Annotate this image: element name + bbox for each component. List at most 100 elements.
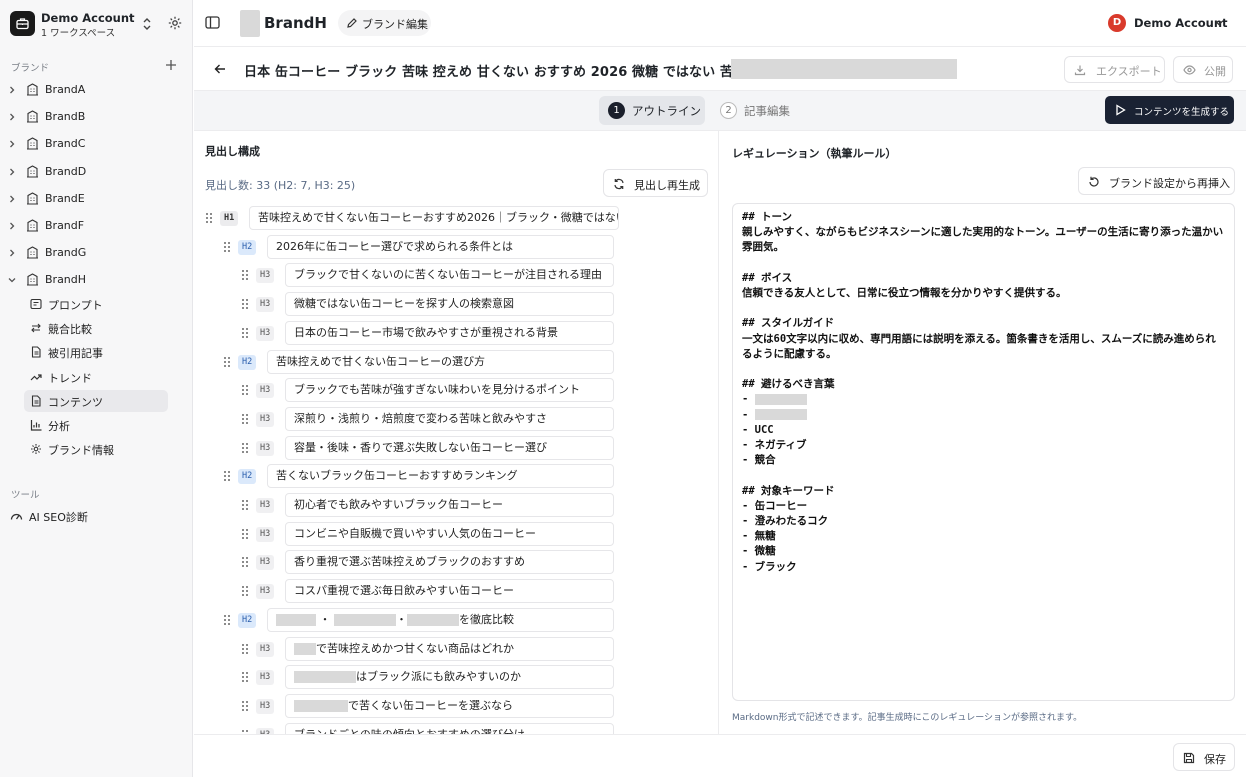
outline-heading-row[interactable]: H2 苦くないブラック缶コーヒーおすすめランキング — [223, 464, 614, 489]
drag-handle-icon[interactable] — [241, 269, 249, 281]
sidebar-tool-ai-seo[interactable]: AI SEO診断 — [10, 508, 180, 526]
reinsert-label: ブランド設定から再挿入 — [1109, 177, 1230, 190]
outline-heading-row[interactable]: H3 ブラックでも苦味が強すぎない味わいを見分けるポイント — [241, 378, 614, 403]
heading-text[interactable]: 2026年に缶コーヒー選びで求められる条件とは — [267, 234, 614, 259]
sidebar-subitem[interactable]: プロンプト — [24, 293, 168, 315]
sidebar-subitem[interactable]: コンテンツ — [24, 389, 168, 412]
publish-button[interactable]: 公開 — [1173, 56, 1233, 83]
step-label: アウトライン — [632, 104, 701, 118]
outline-heading-row[interactable]: H3 ブラックで甘くないのに苦くない缶コーヒーが注目される理由 — [241, 263, 614, 288]
edit-brand-button[interactable]: ブランド編集 — [338, 10, 431, 36]
heading-text[interactable]: コスパ重視で選ぶ毎日飲みやすい缶コーヒー — [285, 579, 614, 604]
back-arrow-icon[interactable] — [213, 62, 227, 76]
heading-text[interactable]: 初心者でも飲みやすいブラック缶コーヒー — [285, 493, 614, 517]
heading-text[interactable]: ・ ・を徹底比較 — [267, 607, 614, 632]
outline-heading-row[interactable]: H3 深煎り・浅煎り・焙煎度で変わる苦味と飲みやすさ — [241, 406, 614, 431]
outline-heading-row[interactable]: H3ブランドごとの味の傾向とおすすめの選び分け — [241, 722, 614, 734]
regenerate-headings-button[interactable]: 見出し再生成 — [603, 169, 708, 197]
outline-heading-row[interactable]: H3 日本の缶コーヒー市場で飲みやすさが重視される背景 — [241, 320, 614, 345]
add-brand-icon[interactable] — [164, 58, 178, 72]
drag-handle-icon[interactable] — [241, 700, 249, 712]
outline-heading-row[interactable]: H3 微糖ではない缶コーヒーを探す人の検索意図 — [241, 292, 614, 317]
heading-level-badge: H3 — [256, 297, 275, 313]
heading-text[interactable]: はブラック派にも飲みやすいのか — [285, 665, 614, 690]
sidebar-brand-brandh[interactable]: BrandH — [0, 268, 193, 292]
heading-text[interactable]: 微糖ではない缶コーヒーを探す人の検索意図 — [285, 292, 614, 317]
heading-text[interactable]: 深煎り・浅煎り・焙煎度で変わる苦味と飲みやすさ — [285, 406, 614, 431]
outline-heading-row[interactable]: H3 はブラック派にも飲みやすいのか — [241, 665, 614, 690]
sidebar-subitem[interactable]: 被引用記事 — [24, 341, 168, 363]
heading-text[interactable]: 苦味控えめで甘くない缶コーヒーの選び方 — [267, 349, 614, 374]
sidebar-brand-brandc[interactable]: BrandC — [0, 132, 193, 156]
outline-heading-row[interactable]: H2 苦味控えめで甘くない缶コーヒーの選び方 — [223, 349, 614, 374]
gauge-icon — [10, 513, 23, 520]
sidebar-brand-branda[interactable]: BrandA — [0, 78, 193, 102]
drag-handle-icon[interactable] — [241, 556, 249, 568]
export-button[interactable]: エクスポート — [1064, 56, 1165, 83]
drag-handle-icon[interactable] — [223, 241, 231, 253]
outline-heading-row[interactable]: H3 コンビニや自販機で買いやすい人気の缶コーヒー — [241, 521, 614, 546]
drag-handle-icon[interactable] — [223, 356, 231, 368]
account-switcher[interactable]: Demo Account 1 ワークスペース — [10, 10, 185, 39]
heading-text[interactable]: で苦くない缶コーヒーを選ぶなら — [285, 693, 614, 718]
heading-text[interactable]: 香り重視で選ぶ苦味控えめブラックのおすすめ — [285, 550, 614, 575]
sidebar-subitem[interactable]: トレンド — [24, 366, 168, 388]
heading-text[interactable]: コンビニや自販機で買いやすい人気の缶コーヒー — [285, 521, 614, 546]
reinsert-from-brand-button[interactable]: ブランド設定から再挿入 — [1078, 167, 1235, 195]
heading-level-badge: H2 — [238, 612, 257, 628]
sidebar-toggle-icon[interactable] — [205, 15, 220, 30]
outline-heading-row[interactable]: H3 で苦くない缶コーヒーを選ぶなら — [241, 693, 614, 718]
outline-heading-row[interactable]: H3 容量・後味・香りで選ぶ失敗しない缶コーヒー選び — [241, 435, 614, 460]
outline-heading-row[interactable]: H2 2026年に缶コーヒー選びで求められる条件とは — [223, 234, 614, 259]
sidebar-brand-brande[interactable]: BrandE — [0, 187, 193, 211]
gear-icon[interactable] — [167, 15, 183, 31]
drag-handle-icon[interactable] — [241, 585, 249, 597]
outline-heading-row[interactable]: H3 で苦味控えめかつ甘くない商品はどれか — [241, 636, 614, 661]
sidebar-brand-brandd[interactable]: BrandD — [0, 160, 193, 184]
outline-heading-row[interactable]: H2 ・ ・を徹底比較 — [223, 607, 614, 632]
chevron-up-down-icon[interactable] — [141, 16, 153, 32]
sidebar-brand-brandb[interactable]: BrandB — [0, 105, 193, 129]
outline-heading-row[interactable]: H3 初心者でも飲みやすいブラック缶コーヒー — [241, 493, 614, 517]
redacted-text — [407, 613, 459, 626]
sidebar-brand-brandf[interactable]: BrandF — [0, 214, 193, 238]
sidebar-subitem[interactable]: ブランド情報 — [24, 438, 168, 460]
sidebar-subitem[interactable]: 分析 — [24, 414, 168, 436]
drag-handle-icon[interactable] — [241, 384, 249, 396]
heading-level-badge: H3 — [256, 698, 275, 714]
heading-text[interactable]: 苦くないブラック缶コーヒーおすすめランキング — [267, 464, 614, 489]
drag-handle-icon[interactable] — [223, 470, 231, 482]
drag-handle-icon[interactable] — [241, 671, 249, 683]
outline-heading-row[interactable]: H1 苦味控えめで甘くない缶コーヒーおすすめ2026｜ブラック・微糖ではない — [205, 206, 619, 230]
step-article-edit[interactable]: 2 記事編集 — [711, 96, 801, 125]
drag-handle-icon[interactable] — [241, 413, 249, 425]
user-menu[interactable]: D Demo Account — [1108, 12, 1228, 34]
drag-handle-icon[interactable] — [241, 327, 249, 339]
regulation-editor[interactable]: ## トーン 親しみやすく、ながらもビジネスシーンに適した実用的なトーン。ユーザー… — [732, 203, 1235, 701]
drag-handle-icon[interactable] — [241, 442, 249, 454]
drag-handle-icon[interactable] — [241, 298, 249, 310]
sidebar-brand-brandg[interactable]: BrandG — [0, 241, 193, 265]
heading-text[interactable]: 日本の缶コーヒー市場で飲みやすさが重視される背景 — [285, 320, 614, 345]
sidebar-subitem[interactable]: 競合比較 — [24, 317, 168, 339]
outline-panel: 見出し構成 見出し数: 33 (H2: 7, H3: 25) 見出し再生成 H1… — [194, 131, 719, 734]
outline-heading-row[interactable]: H3 香り重視で選ぶ苦味控えめブラックのおすすめ — [241, 550, 614, 575]
heading-text[interactable]: で苦味控えめかつ甘くない商品はどれか — [285, 636, 614, 661]
sidebar-brand-label: BrandC — [45, 137, 86, 151]
pencil-icon — [347, 18, 357, 28]
outline-heading-row[interactable]: H3 コスパ重視で選ぶ毎日飲みやすい缶コーヒー — [241, 579, 614, 604]
heading-text[interactable]: 容量・後味・香りで選ぶ失敗しない缶コーヒー選び — [285, 435, 614, 460]
heading-text[interactable]: ブラックで甘くないのに苦くない缶コーヒーが注目される理由 — [285, 263, 614, 288]
heading-text[interactable]: ブラックでも苦味が強すぎない味わいを見分けるポイント — [285, 378, 614, 403]
drag-handle-icon[interactable] — [241, 643, 249, 655]
drag-handle-icon[interactable] — [241, 528, 249, 540]
drag-handle-icon[interactable] — [205, 212, 213, 224]
heading-text[interactable]: ブランドごとの味の傾向とおすすめの選び分け — [285, 722, 614, 734]
save-button[interactable]: 保存 — [1173, 743, 1235, 771]
generate-content-button[interactable]: コンテンツを生成する — [1105, 96, 1234, 124]
step-outline[interactable]: 1 アウトライン — [599, 96, 705, 125]
heading-text[interactable]: 苦味控えめで甘くない缶コーヒーおすすめ2026｜ブラック・微糖ではない — [249, 206, 619, 230]
drag-handle-icon[interactable] — [223, 614, 231, 626]
building-icon — [27, 164, 38, 178]
drag-handle-icon[interactable] — [241, 499, 249, 511]
